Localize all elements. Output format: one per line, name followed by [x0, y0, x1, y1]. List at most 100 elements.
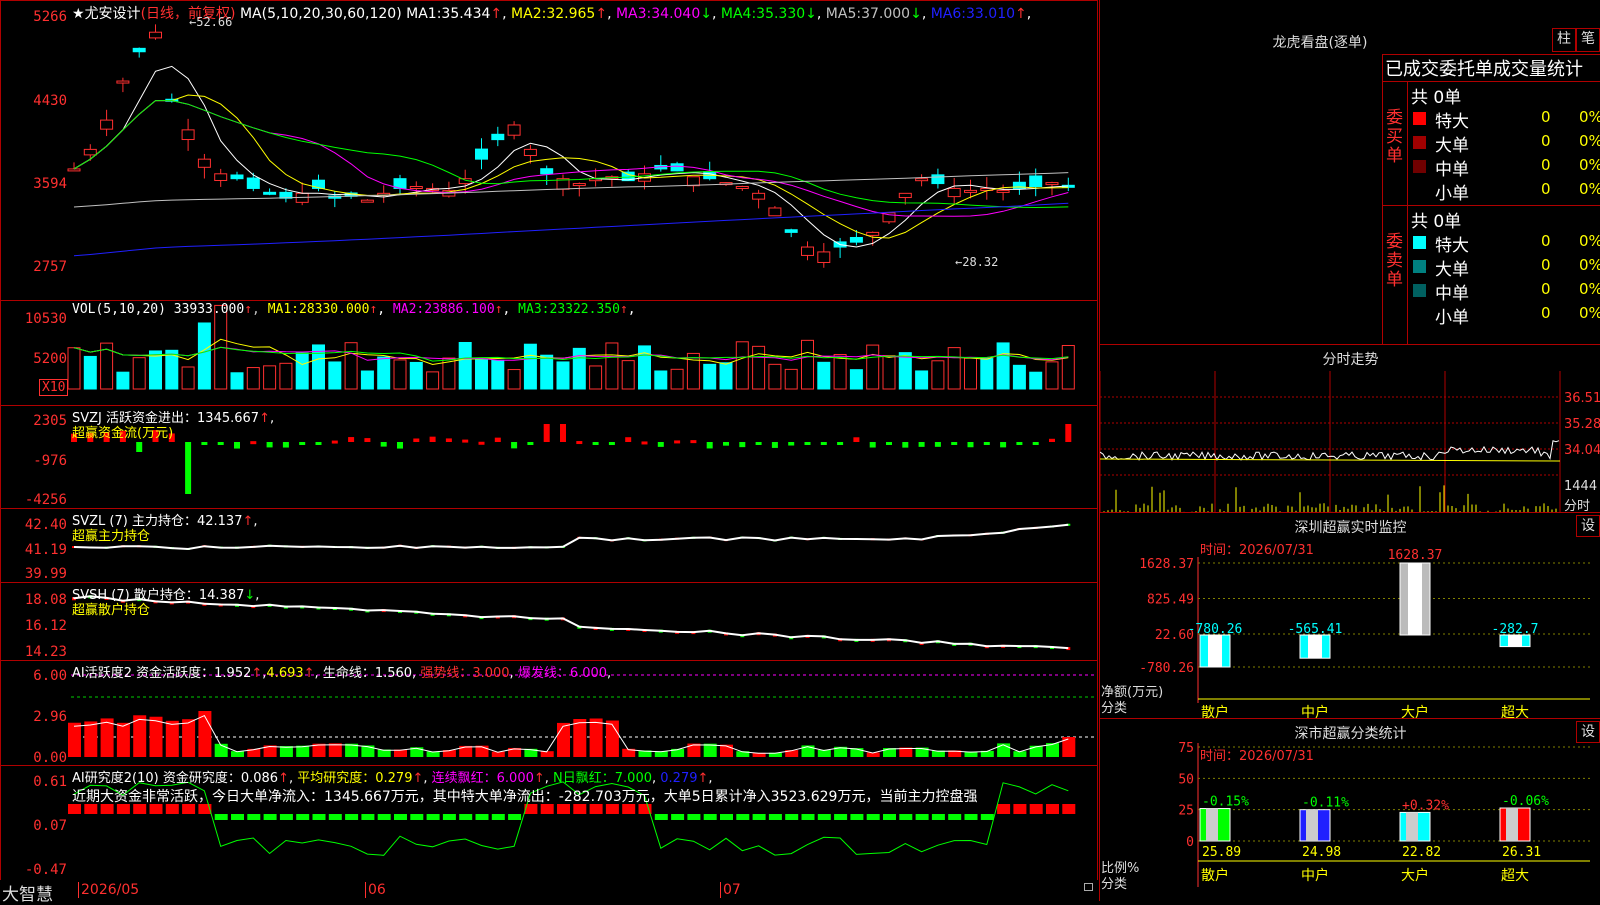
- bar-value-label: -565.41: [1288, 622, 1343, 637]
- ai1-d-label: 强势线：: [420, 666, 473, 681]
- volume-bar: [181, 366, 195, 390]
- bar-mode-button[interactable]: 柱: [1552, 28, 1576, 52]
- svsh-pane[interactable]: SVSH (7) 散户持仓：14.387↓, 超赢散户持仓 18.08 16.1…: [0, 582, 1098, 661]
- minute-panel[interactable]: 分时走势 36.51 35.28 34.04 1444 分时: [1099, 344, 1600, 514]
- ai2-b-label: 平均研究度：: [297, 771, 376, 786]
- svzj-pane[interactable]: SVZJ 活跃资金进出：1345.667↑, 超赢资金流(万元) 2305 -9…: [0, 405, 1098, 509]
- volume-bar: [849, 369, 863, 390]
- ma-line: [73, 65, 1069, 248]
- flow-bar: [820, 442, 827, 445]
- volume-bar: [67, 347, 81, 390]
- svzj-arrow: ↑: [259, 411, 270, 426]
- ma-label: MA5:: [821, 6, 862, 22]
- research-bar: [964, 814, 978, 820]
- research-bar: [654, 814, 668, 820]
- bar-value-label: 1628.37: [1388, 548, 1443, 563]
- divider: [1383, 81, 1600, 82]
- research-bar: [703, 814, 717, 820]
- category-label: 散户: [1201, 867, 1229, 884]
- ratio-value-label: 22.82: [1402, 845, 1441, 860]
- ma-value: 34.040: [651, 6, 701, 22]
- volume-pane[interactable]: VOL(5,10,20) 33933.000 ↑, MA1:28330.000 ↑,…: [0, 300, 1098, 406]
- ai-research-pane[interactable]: AI研究度2(10) 资金研究度：0.086↑, 平均研究度：0.279↑, 连…: [0, 765, 1098, 881]
- flow-bar: [869, 442, 876, 448]
- retail-position-line: [73, 595, 1069, 650]
- kline-chart[interactable]: [1, 1, 1099, 302]
- monitor-chart[interactable]: 1628.37825.4922.60-780.26-780.26散户-565.4…: [1100, 513, 1600, 719]
- activity-bar: [540, 751, 554, 757]
- ratio-value-label: 24.98: [1302, 845, 1341, 860]
- order-count: 0: [1541, 232, 1551, 250]
- candle-body: [572, 183, 586, 187]
- activity-bar: [557, 722, 570, 757]
- order-pct: 0%: [1579, 280, 1600, 298]
- activity-bar: [573, 719, 587, 757]
- volume-bar: [344, 342, 358, 390]
- research-bar: [475, 814, 489, 820]
- candle-body: [670, 163, 684, 172]
- svzl-pane[interactable]: SVZL (7) 主力持仓：42.137↑, 超赢主力持仓 42.40 41.1…: [0, 508, 1098, 583]
- svsh-arrow: ↓: [244, 588, 256, 603]
- minute-chart[interactable]: [1100, 371, 1600, 513]
- lock-icon[interactable]: [1084, 883, 1093, 891]
- candle-body: [230, 174, 244, 180]
- order-name: 特大: [1435, 236, 1469, 256]
- research-bar: [312, 814, 326, 820]
- activity-bar: [116, 722, 130, 757]
- candle-body: [360, 199, 374, 203]
- svzl-arrow: ↑: [242, 514, 254, 529]
- category-label: 超大: [1501, 705, 1529, 719]
- vol-ma-value: 28330.000: [299, 302, 370, 317]
- minute-tick: 36.51: [1564, 391, 1600, 406]
- monitor-bar-highlight: [1208, 635, 1222, 667]
- flow-bar: [1032, 442, 1039, 445]
- y-tick-label: 50: [1178, 772, 1194, 787]
- flow-bar: [397, 442, 403, 449]
- flow-bar: [739, 442, 746, 448]
- brand-logo: 大智慧: [2, 885, 53, 905]
- activity-bar: [328, 743, 342, 757]
- vol-ma-value: 23886.100: [424, 302, 495, 317]
- order-name: 中单: [1435, 284, 1469, 304]
- legend-swatch: [1413, 160, 1426, 173]
- candle-body: [768, 207, 782, 217]
- x-label: 2026/05: [78, 882, 139, 898]
- ratio-bar-highlight: [1406, 812, 1418, 841]
- flow-bar: [462, 439, 469, 443]
- ma-values: MA1:35.434↑, MA2:32.965↑, MA3:34.040↓, M…: [406, 6, 1031, 22]
- flow-bar: [967, 442, 974, 448]
- flow-bar: [1065, 424, 1072, 442]
- order-row: 小单 0 0%: [1411, 303, 1600, 328]
- volume-bar: [654, 370, 668, 390]
- monitor-panel[interactable]: 深圳超赢实时监控 设 时间：2026/07/31 1628.37 825.49 22…: [1099, 512, 1600, 719]
- research-bar: [231, 814, 244, 820]
- flow-bar: [234, 442, 240, 449]
- flow-bar: [136, 442, 143, 452]
- candle-body: [83, 148, 97, 156]
- high-marker: ←52.66: [189, 15, 233, 29]
- candle-body: [67, 168, 81, 172]
- classify-chart[interactable]: 75 50 25 0 -0.15% 25.89 散户 -0.11% 24.98 中户 +0.32% 2…: [1100, 719, 1600, 901]
- order-count: 0: [1541, 304, 1551, 322]
- volume-bar: [475, 359, 488, 390]
- ai2-tick: -0.47: [24, 862, 67, 878]
- activity-bar: [68, 722, 81, 757]
- volume-bar: [915, 370, 929, 390]
- research-bar: [752, 814, 766, 820]
- svzl-tick: 41.19: [24, 542, 67, 558]
- category-label: 中户: [1301, 704, 1329, 719]
- kline-pane[interactable]: ★尤安设计(日线，前复权) MA(5,10,20,30,60,120) MA1:…: [0, 0, 1098, 301]
- ma-line: [73, 202, 1069, 257]
- ai1-c-value: 1.560: [374, 666, 413, 681]
- ai2-c-label: 连续飘红：: [431, 771, 497, 786]
- classify-panel[interactable]: 深市超赢分类统计 设 时间：2026/07/31 75 50 25 0 -0.15% 25…: [1099, 718, 1600, 901]
- tick-mode-button[interactable]: 笔: [1576, 28, 1600, 52]
- ai-activity-pane[interactable]: AI活跃度2 资金活跃度：1.952↑,4.693↑, 生命线：1.560, 强…: [0, 660, 1098, 766]
- volume-bar: [540, 354, 554, 390]
- research-bar: [1029, 804, 1043, 814]
- candle-body: [197, 158, 211, 168]
- monitor-bar-highlight: [1408, 563, 1422, 635]
- volume-bar: [230, 372, 244, 390]
- svsh-text: 散户持仓：14.387: [133, 588, 245, 603]
- vol-ma-arrow: ↑: [494, 302, 503, 317]
